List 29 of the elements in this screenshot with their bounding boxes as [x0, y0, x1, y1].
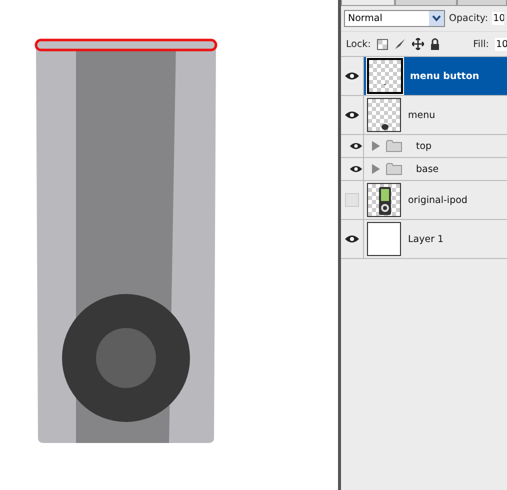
layer-name[interactable]: menu [408, 110, 436, 120]
fill-label: Fill: [473, 38, 489, 50]
visibility-toggle[interactable] [345, 193, 359, 207]
eye-icon[interactable] [349, 141, 363, 151]
lock-label: Lock: [346, 38, 371, 50]
layer-thumbnail [367, 222, 401, 256]
dropdown-caret-icon[interactable] [429, 11, 444, 26]
eye-icon[interactable] [344, 71, 360, 81]
layer-name[interactable]: menu button [410, 70, 480, 82]
layer-name[interactable]: Layer 1 [408, 234, 444, 244]
lock-icon[interactable] [430, 38, 440, 50]
layer-name[interactable]: top [416, 140, 432, 152]
folder-icon [386, 140, 402, 152]
layer-thumbnail [367, 98, 401, 132]
lock-transparency-icon[interactable] [376, 38, 388, 50]
layer-thumbnail [367, 183, 401, 217]
folder-icon [386, 163, 402, 175]
expand-arrow-icon[interactable] [372, 141, 380, 151]
expand-arrow-icon[interactable] [372, 164, 380, 174]
layer-name[interactable]: base [416, 164, 439, 174]
blend-mode-dropdown[interactable]: Normal [344, 10, 445, 27]
layer-thumbnail [367, 58, 403, 94]
layer-name[interactable]: original-ipod [408, 194, 468, 206]
eye-icon[interactable] [349, 164, 363, 174]
opacity-label: Opacity: [449, 13, 488, 24]
move-icon[interactable] [412, 38, 424, 50]
eye-icon[interactable] [344, 234, 360, 244]
brush-icon[interactable] [394, 38, 406, 50]
eye-icon[interactable] [344, 110, 360, 120]
